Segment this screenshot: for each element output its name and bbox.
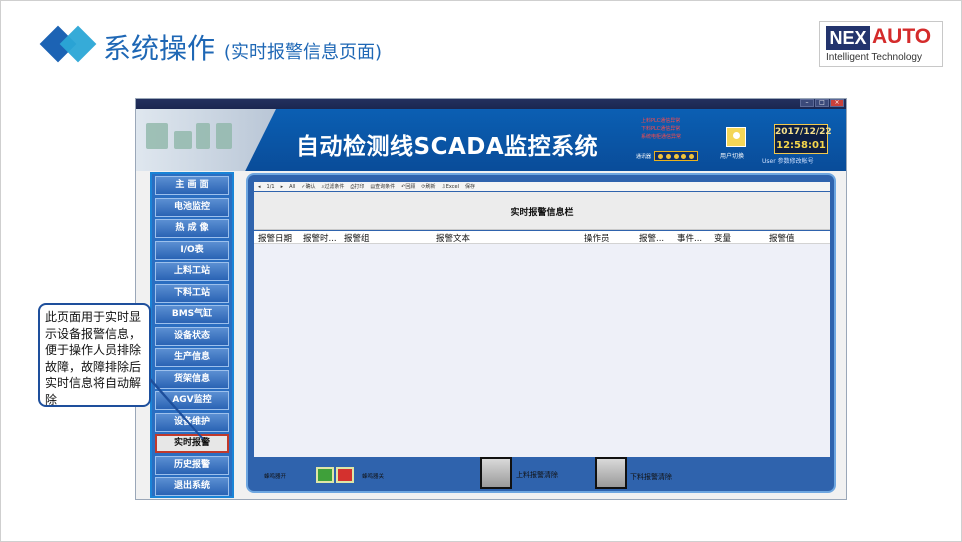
clear-unloading-alarm-button[interactable]: [595, 457, 627, 489]
comm-alarm-list: 上料PLC通信异常 下料PLC通信异常 系统电柜通信异常: [641, 117, 681, 141]
nav-alarm-history[interactable]: 历史报警: [155, 455, 229, 475]
filter-tool[interactable]: ⌕过滤条件: [322, 183, 345, 190]
col-event[interactable]: 事件...: [677, 232, 702, 244]
comm-alarm-item: 系统电柜通信异常: [641, 134, 682, 140]
clock-time: 12:58:01: [776, 140, 826, 151]
logo-tagline: Intelligent Technology: [826, 52, 922, 63]
user-switch-icon[interactable]: [726, 127, 746, 147]
buzzer-on-button[interactable]: [316, 467, 334, 483]
scada-banner: 自动检测线SCADA监控系统 上料PLC通信异常 下料PLC通信异常 系统电柜通…: [136, 109, 846, 171]
col-alarm-text[interactable]: 报警文本: [436, 232, 470, 244]
nav-unloading-station[interactable]: 下料工站: [155, 283, 229, 303]
window-titlebar: – □ ×: [136, 99, 846, 109]
nav-home[interactable]: 主 画 面: [155, 176, 229, 195]
confirm-tool[interactable]: ✓确认: [301, 183, 315, 190]
diamond-icon-light: [59, 25, 97, 63]
col-alarm-time[interactable]: 报警时...: [303, 232, 337, 244]
page-indicator: 1/1: [266, 183, 275, 190]
nav-exit-system[interactable]: 退出系统: [155, 477, 229, 496]
slide-title-sub: (实时报警信息页面): [223, 42, 382, 63]
alarm-table-header: 报警日期 报警时... 报警组 报警文本 操作员 报警... 事件... 变量 …: [254, 231, 830, 244]
alarm-main-panel: ◂ 1/1 ▸ All ✓确认 ⌕过滤条件 ⎙打印 ▤查询条件 ↶回顾 ⟳刷新 …: [246, 173, 836, 493]
comm-status: 通讯器: [636, 151, 699, 161]
col-alarm-type[interactable]: 报警...: [639, 232, 664, 244]
comm-alarm-item: 下料PLC通信异常: [641, 126, 681, 132]
query-tool[interactable]: ▤查询条件: [370, 183, 395, 190]
col-alarm-group[interactable]: 报警组: [344, 232, 370, 244]
logo-mark: NEX: [826, 26, 870, 50]
scada-window: – □ × 自动检测线SCADA监控系统 上料PLC通信异常 下料PLC通信异常…: [135, 98, 847, 500]
current-user-label: User 参数修改帐号: [762, 158, 814, 165]
nav-loading-station[interactable]: 上料工站: [155, 262, 229, 281]
comm-alarm-item: 上料PLC通信异常: [641, 118, 681, 124]
nav-thermal-imaging[interactable]: 热 成 像: [155, 219, 229, 238]
prev-page-icon[interactable]: ◂: [258, 184, 261, 190]
col-alarm-value[interactable]: 报警值: [769, 232, 795, 244]
alarm-panel-title: 实时报警信息栏: [510, 208, 574, 218]
blurred-logo: [196, 123, 210, 149]
minimize-button[interactable]: –: [800, 99, 814, 107]
slide-title: 系统操作 (实时报警信息页面): [103, 27, 382, 67]
user-switch-label[interactable]: 用户切换: [720, 151, 744, 160]
explanation-callout: 此页面用于实时显示设备报警信息，便于操作人员排除故障，故障排除后实时信息将自动解…: [38, 303, 151, 407]
save-tool[interactable]: 保存: [465, 183, 475, 190]
slide-title-main: 系统操作: [103, 32, 216, 65]
clear-unloading-alarm-label: 下料报警清除: [630, 473, 672, 481]
comm-indicator: [654, 151, 699, 161]
clock-display: 2017/12/22 12:58:01: [774, 124, 832, 154]
alarm-controls: 蜂鸣器开 蜂鸣器关 上料报警清除 下料报警清除: [254, 457, 830, 489]
excel-tool[interactable]: ⇩Excel: [442, 184, 459, 190]
refresh-tool[interactable]: ⟳刷新: [421, 183, 435, 190]
company-logo: NEX AUTO Intelligent Technology: [819, 21, 943, 67]
print-tool[interactable]: ⎙打印: [350, 183, 364, 190]
clear-loading-alarm-button[interactable]: [480, 457, 512, 489]
window-controls: – □ ×: [800, 99, 844, 107]
alarm-toolbar: ◂ 1/1 ▸ All ✓确认 ⌕过滤条件 ⎙打印 ▤查询条件 ↶回顾 ⟳刷新 …: [254, 182, 830, 191]
presentation-slide: 系统操作 (实时报警信息页面) NEX AUTO Intelligent Tec…: [0, 0, 962, 542]
col-alarm-date[interactable]: 报警日期: [258, 232, 292, 244]
blurred-logo: [216, 123, 232, 149]
buzzer-off-label: 蜂鸣器关: [362, 474, 385, 480]
banner-logo-area: [136, 109, 276, 171]
buzzer-on-label: 蜂鸣器开: [264, 474, 287, 480]
blurred-logo: [174, 131, 192, 149]
maximize-button[interactable]: □: [815, 99, 829, 107]
alarm-table[interactable]: 报警日期 报警时... 报警组 报警文本 操作员 报警... 事件... 变量 …: [254, 231, 830, 457]
blurred-logo: [146, 123, 168, 149]
col-operator[interactable]: 操作员: [584, 232, 610, 244]
filter-all[interactable]: All: [289, 184, 295, 190]
nav-battery-monitor[interactable]: 电池监控: [155, 197, 229, 217]
nav-bms-cylinder[interactable]: BMS气缸: [155, 305, 229, 324]
buzzer-off-button[interactable]: [336, 467, 354, 483]
clock-date: 2017/12/22: [775, 127, 832, 137]
alarm-panel-header: 实时报警信息栏: [254, 192, 830, 230]
nav-io-table[interactable]: I/O表: [155, 240, 229, 260]
comm-label: 通讯器: [636, 153, 652, 160]
review-tool[interactable]: ↶回顾: [401, 183, 415, 190]
col-variable[interactable]: 变量: [714, 232, 731, 244]
logo-brand: AUTO: [872, 25, 932, 48]
scada-title: 自动检测线SCADA监控系统: [296, 134, 599, 160]
next-page-icon[interactable]: ▸: [281, 184, 284, 190]
clear-loading-alarm-label: 上料报警清除: [516, 471, 558, 479]
close-button[interactable]: ×: [830, 99, 844, 107]
